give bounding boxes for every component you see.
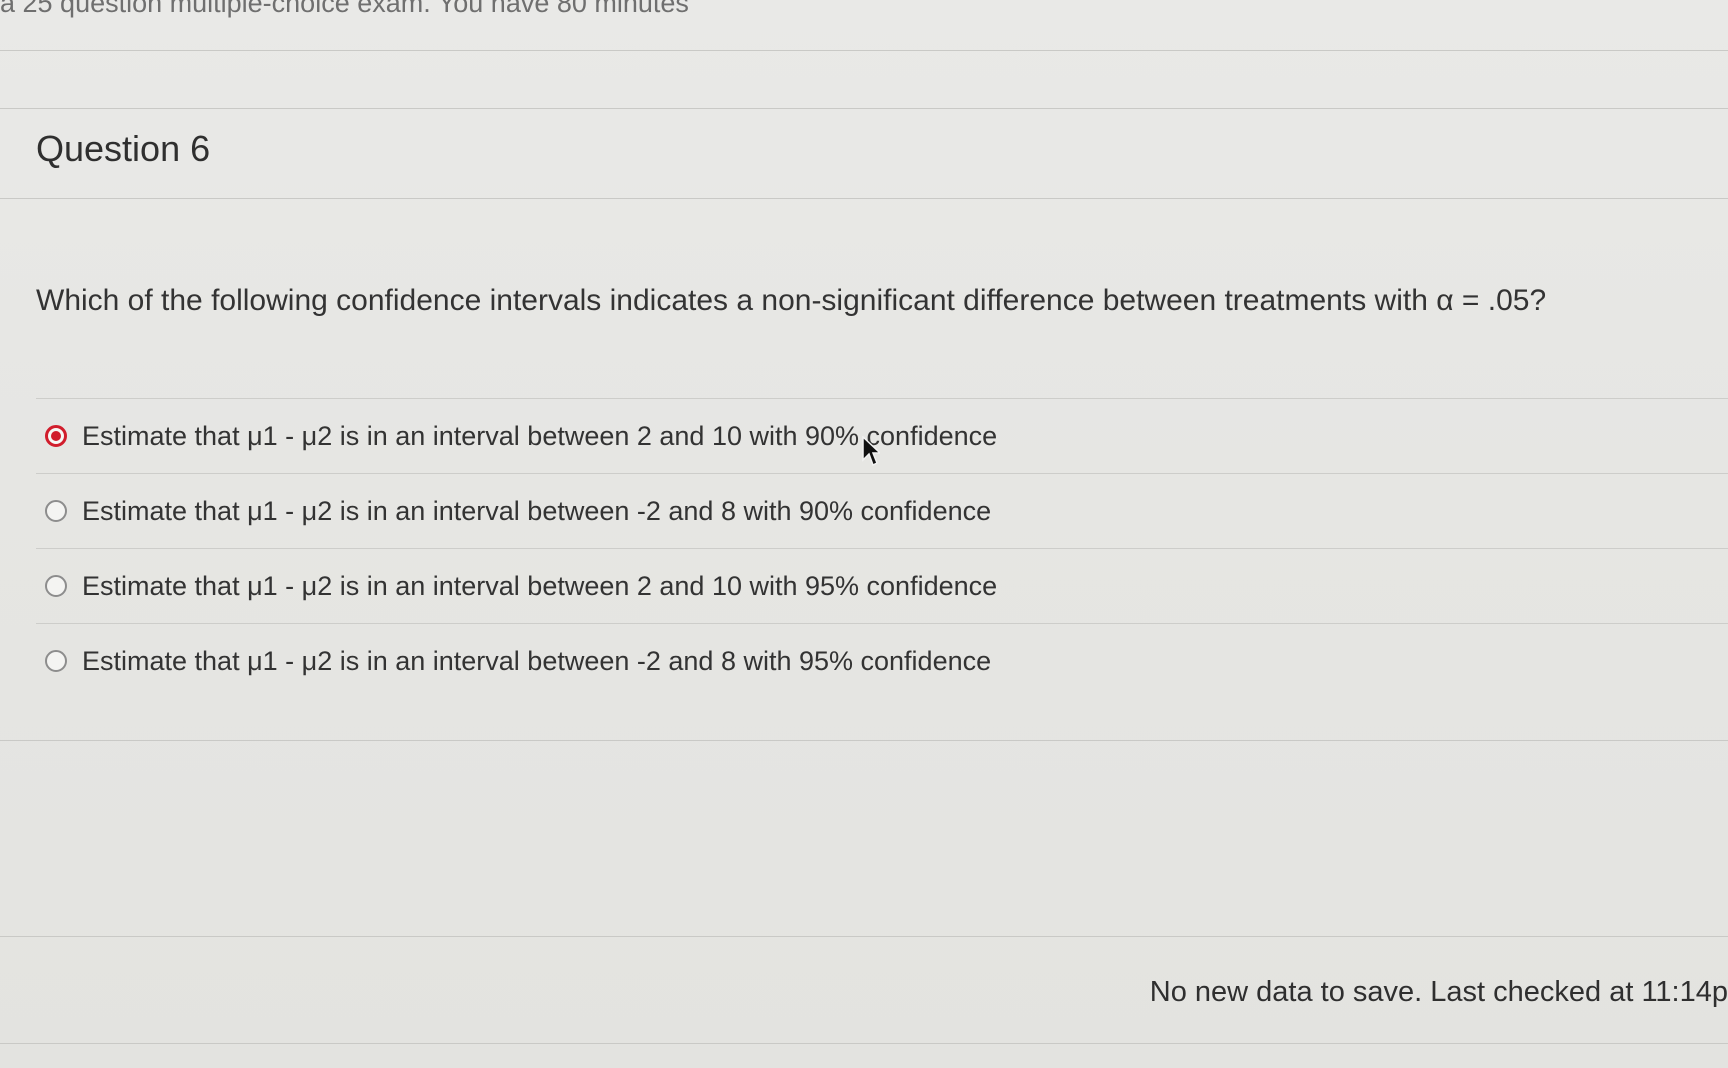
answer-choice-label: Estimate that μ1 - μ2 is in an interval …: [82, 420, 998, 451]
answer-choice-label: Estimate that μ1 - μ2 is in an interval …: [82, 495, 992, 526]
divider: [0, 50, 1728, 51]
answer-choice-label: Estimate that μ1 - μ2 is in an interval …: [82, 570, 998, 601]
answer-choice-2[interactable]: Estimate that μ1 - μ2 is in an interval …: [36, 473, 1728, 548]
question-title: Question 6: [36, 128, 211, 169]
radio-icon[interactable]: [45, 500, 67, 522]
question-prompt: Which of the following confidence interv…: [36, 284, 1547, 317]
top-exam-note: a 25 question multiple-choice exam. You …: [0, 0, 689, 18]
divider: [0, 936, 1728, 937]
divider: [0, 108, 1728, 109]
answer-choice-4[interactable]: Estimate that μ1 - μ2 is in an interval …: [36, 623, 1728, 698]
radio-icon[interactable]: [45, 650, 67, 672]
answer-choice-1[interactable]: Estimate that μ1 - μ2 is in an interval …: [36, 398, 1728, 473]
divider: [0, 198, 1728, 199]
answer-choices: Estimate that μ1 - μ2 is in an interval …: [36, 398, 1728, 698]
save-status-text: No new data to save. Last checked at 11:…: [1149, 976, 1728, 1008]
radio-icon[interactable]: [45, 575, 67, 597]
divider: [0, 740, 1728, 741]
radio-selected-icon[interactable]: [45, 425, 67, 447]
answer-choice-label: Estimate that μ1 - μ2 is in an interval …: [82, 645, 992, 676]
divider: [0, 1043, 1728, 1044]
answer-choice-3[interactable]: Estimate that μ1 - μ2 is in an interval …: [36, 548, 1728, 623]
mouse-pointer-icon: [862, 436, 880, 466]
